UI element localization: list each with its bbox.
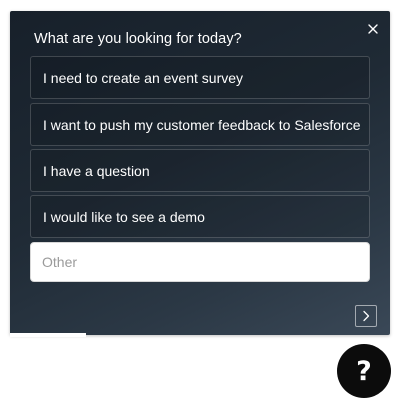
other-input[interactable] [30, 242, 370, 282]
progress-bar [10, 333, 390, 337]
close-button[interactable] [364, 20, 382, 38]
option-push-feedback-salesforce[interactable]: I want to push my customer feedback to S… [30, 103, 370, 146]
option-have-question[interactable]: I have a question [30, 149, 370, 192]
close-icon [368, 24, 378, 34]
option-see-demo[interactable]: I would like to see a demo [30, 195, 370, 238]
question-mark-icon: ? [356, 355, 372, 387]
progress-bar-fill [10, 333, 86, 337]
chevron-right-icon [363, 310, 370, 322]
survey-question: What are you looking for today? [34, 31, 242, 47]
survey-panel: What are you looking for today? I need t… [10, 11, 390, 335]
next-button[interactable] [355, 305, 377, 327]
option-create-event-survey[interactable]: I need to create an event survey [30, 56, 370, 99]
help-button[interactable]: ? [337, 344, 391, 398]
